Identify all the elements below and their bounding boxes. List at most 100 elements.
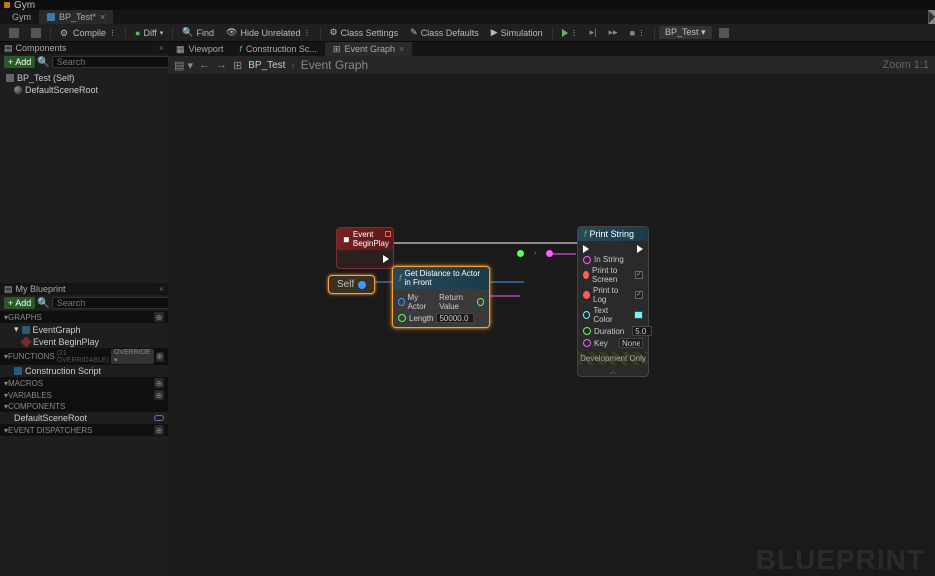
- compile-button[interactable]: ⚙Compile⋮: [55, 26, 121, 40]
- eventgraph-item[interactable]: ▾ EventGraph: [0, 323, 168, 336]
- tab-event-graph[interactable]: ⊞Event Graph×: [325, 42, 412, 56]
- find-button[interactable]: 🔍Find: [177, 25, 219, 40]
- exec-out-pin[interactable]: [383, 255, 389, 263]
- toolbar: ⚙Compile⋮ ●Diff▾ 🔍Find 👁Hide Unrelated⋮ …: [0, 24, 935, 42]
- visibility-icon[interactable]: [154, 415, 164, 421]
- self-out-pin[interactable]: [358, 281, 366, 289]
- print-screen-pin[interactable]: [583, 271, 589, 279]
- tab-label: BP_Test*: [59, 12, 96, 22]
- tab-construction-script[interactable]: fConstruction Sc...: [231, 42, 325, 56]
- add-graph-button[interactable]: ⊕: [154, 312, 164, 322]
- nav-forward-button[interactable]: →: [216, 59, 227, 71]
- exec-in-pin[interactable]: [583, 245, 589, 253]
- add-component-button[interactable]: Add: [4, 56, 35, 68]
- add-macro-button[interactable]: ⊕: [154, 378, 164, 388]
- blueprint-icon: [47, 13, 55, 21]
- step-button[interactable]: ▸▸: [604, 25, 623, 40]
- search-components-input[interactable]: [52, 56, 179, 68]
- class-settings-button[interactable]: ⚙Class Settings: [325, 25, 404, 40]
- debug-target-dropdown[interactable]: BP_Test ▾: [659, 26, 712, 39]
- key-input[interactable]: [619, 338, 643, 348]
- component-root[interactable]: BP_Test (Self): [0, 72, 168, 84]
- print-screen-checkbox[interactable]: [635, 271, 643, 279]
- event-beginplay-item[interactable]: Event BeginPlay: [0, 336, 168, 348]
- node-self[interactable]: Self: [328, 275, 375, 294]
- document-tabs: Gym BP_Test* ×: [0, 10, 935, 24]
- tab-viewport[interactable]: ▦Viewport: [168, 42, 231, 56]
- in-string-pin[interactable]: [583, 256, 591, 264]
- event-icon: [20, 336, 31, 347]
- override-dropdown[interactable]: Override ▾: [111, 349, 154, 364]
- simulation-button[interactable]: ▶Simulation: [486, 25, 548, 40]
- close-icon[interactable]: ×: [159, 43, 164, 53]
- add-function-button[interactable]: ⊕: [156, 352, 164, 362]
- node-get-distance[interactable]: f Get Distance to Actor in Front My Acto…: [392, 266, 490, 328]
- hide-unrelated-button[interactable]: 👁Hide Unrelated⋮: [221, 25, 315, 40]
- my-actor-pin[interactable]: [398, 298, 405, 306]
- length-input[interactable]: [436, 313, 474, 323]
- section-event-dispatchers[interactable]: ▾ Event Dispatchers⊕: [0, 424, 168, 436]
- my-blueprint-header[interactable]: ▤ My Blueprint ×: [0, 283, 168, 295]
- reroute-pin[interactable]: [546, 250, 553, 257]
- return-value-pin[interactable]: [477, 298, 484, 306]
- nav-back-button[interactable]: ←: [199, 59, 210, 71]
- browse-button[interactable]: [26, 26, 46, 40]
- print-log-pin[interactable]: [583, 291, 590, 299]
- tab-gym[interactable]: Gym: [0, 10, 39, 24]
- skip-button[interactable]: ▸|: [585, 25, 602, 40]
- close-icon[interactable]: ×: [159, 284, 164, 294]
- node-print-string[interactable]: f Print String In String Print to Screen…: [577, 226, 649, 377]
- section-graphs[interactable]: ▾ Graphs⊕: [0, 311, 168, 323]
- section-functions[interactable]: ▾ Functions (21 Overridable)Override ▾⊕: [0, 348, 168, 365]
- print-log-checkbox[interactable]: [635, 291, 643, 299]
- nav-home-button[interactable]: ⊞: [233, 59, 242, 72]
- close-icon[interactable]: ×: [399, 44, 404, 54]
- search-blueprint-input[interactable]: [52, 297, 179, 309]
- section-macros[interactable]: ▾ Macros⊕: [0, 377, 168, 389]
- window-scrubber[interactable]: [928, 10, 935, 24]
- locate-button[interactable]: [714, 26, 734, 40]
- key-pin[interactable]: [583, 339, 591, 347]
- graph-menu-button[interactable]: ▤ ▾: [174, 59, 193, 72]
- construction-script-item[interactable]: Construction Script: [0, 365, 168, 377]
- add-variable-button[interactable]: ⊕: [154, 390, 164, 400]
- save-button[interactable]: [4, 26, 24, 40]
- node-event-beginplay[interactable]: ◆ Event BeginPlay: [336, 227, 394, 269]
- section-components[interactable]: ▾ Components: [0, 401, 168, 412]
- function-icon: [14, 367, 22, 375]
- zoom-indicator: Zoom 1:1: [883, 59, 929, 71]
- close-icon[interactable]: ×: [100, 12, 105, 22]
- play-button[interactable]: ⋮: [557, 27, 583, 39]
- breadcrumb-current[interactable]: Event Graph: [301, 58, 368, 72]
- color-swatch[interactable]: [634, 311, 643, 319]
- class-defaults-button[interactable]: ✎Class Defaults: [405, 25, 484, 40]
- graph-tabs: ▦Viewport fConstruction Sc... ⊞Event Gra…: [168, 42, 935, 56]
- stop-button[interactable]: ■⋮: [625, 26, 650, 40]
- app-icon: [4, 2, 10, 8]
- components-panel-header[interactable]: ▤ Components ×: [0, 42, 168, 54]
- graph-icon: [22, 326, 30, 334]
- diff-button[interactable]: ●Diff▾: [130, 26, 168, 40]
- node-header: f Get Distance to Actor in Front: [393, 267, 489, 289]
- component-variable-item[interactable]: DefaultSceneRoot: [0, 412, 168, 424]
- add-blueprint-button[interactable]: Add: [4, 297, 35, 309]
- blueprint-watermark: BLUEPRINT: [756, 544, 925, 576]
- node-header: f Print String: [578, 227, 648, 241]
- duration-pin[interactable]: [583, 327, 591, 335]
- reroute-pin[interactable]: [517, 250, 524, 257]
- collapse-icon[interactable]: ︿: [578, 365, 648, 376]
- exec-out-pin[interactable]: [637, 245, 643, 253]
- breadcrumb: ▤ ▾ ← → ⊞ BP_Test › Event Graph Zoom 1:1: [168, 56, 935, 74]
- length-pin[interactable]: [398, 314, 406, 322]
- breadcrumb-root[interactable]: BP_Test: [248, 60, 285, 71]
- add-dispatcher-button[interactable]: ⊕: [154, 425, 164, 435]
- section-variables[interactable]: ▾ Variables⊕: [0, 389, 168, 401]
- duration-input[interactable]: [632, 326, 652, 336]
- component-item[interactable]: DefaultSceneRoot: [0, 84, 168, 96]
- text-color-pin[interactable]: [583, 311, 590, 319]
- graph-canvas[interactable]: ◆ Event BeginPlay Self ›: [168, 74, 935, 576]
- reroute-node[interactable]: ›: [517, 250, 553, 257]
- tab-bp-test[interactable]: BP_Test* ×: [39, 10, 113, 24]
- graph-area: ▦Viewport fConstruction Sc... ⊞Event Gra…: [168, 42, 935, 576]
- delegate-pin[interactable]: [385, 231, 391, 237]
